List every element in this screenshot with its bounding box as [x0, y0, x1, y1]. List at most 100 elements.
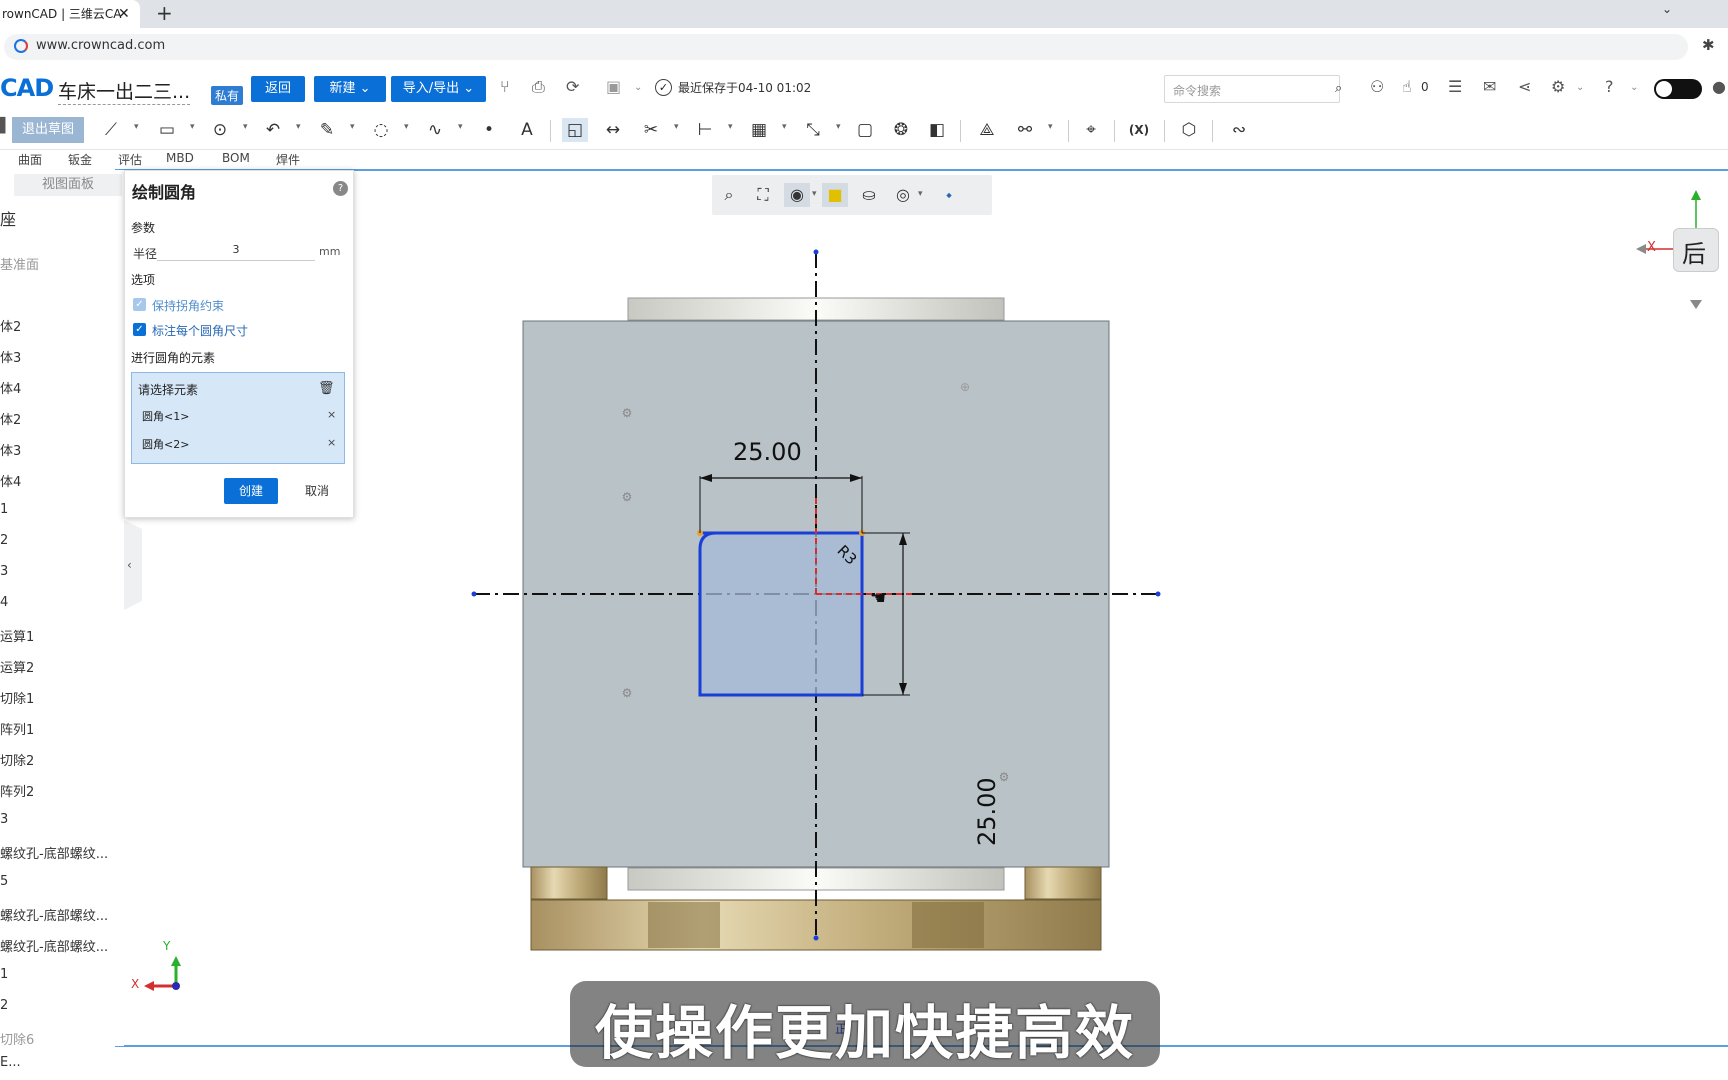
- tab-weldment[interactable]: 焊件: [276, 151, 300, 168]
- tree-item[interactable]: 基准面: [0, 254, 39, 273]
- offset-icon[interactable]: ▢: [852, 118, 878, 142]
- extend-icon[interactable]: ⊢: [692, 118, 718, 142]
- trim-icon[interactable]: ✂: [638, 118, 664, 142]
- camera-icon[interactable]: ◎: [890, 183, 916, 207]
- pattern-icon[interactable]: ▦: [746, 118, 772, 142]
- help-icon[interactable]: ?: [333, 181, 348, 196]
- relation-icon[interactable]: ⚯: [1012, 118, 1038, 142]
- height-dimension[interactable]: 25.00: [973, 777, 1001, 846]
- tree-item[interactable]: 螺纹孔-底部螺纹...: [0, 905, 108, 924]
- 3d-sketch-icon[interactable]: ⬡: [1176, 118, 1202, 142]
- save-icon[interactable]: ▣: [606, 77, 621, 96]
- chevron-down-icon[interactable]: ⌄: [1630, 82, 1638, 93]
- view-panel-tab[interactable]: 视图面板: [14, 174, 122, 196]
- variables-icon[interactable]: (X): [1126, 118, 1152, 142]
- extensions-icon[interactable]: ✱: [1702, 36, 1715, 54]
- tree-item[interactable]: 螺纹孔-底部螺纹...: [0, 843, 108, 862]
- constraint-icon[interactable]: ⟁: [974, 118, 1000, 142]
- help-icon[interactable]: ?: [1605, 77, 1614, 96]
- keep-corner-checkbox[interactable]: ✓: [133, 298, 146, 311]
- tab-sheet-metal[interactable]: 钣金: [68, 151, 92, 168]
- text-tool-icon[interactable]: A: [514, 118, 540, 142]
- create-button[interactable]: 创建: [224, 478, 278, 504]
- new-button[interactable]: 新建 ⌄: [314, 76, 386, 102]
- remove-icon[interactable]: ×: [327, 408, 336, 421]
- spline-icon[interactable]: ∿: [422, 118, 448, 142]
- 3d-viewport[interactable]: ⚙ ⚙ ⚙ ⚙ ⊕ 25.00 25.00 R3 ☚ Y X X: [115, 170, 1728, 1046]
- transform-icon[interactable]: ⤡: [800, 118, 826, 142]
- zoom-icon[interactable]: ⌕: [716, 183, 742, 207]
- project-icon[interactable]: ◧: [924, 118, 950, 142]
- comment-icon[interactable]: ✉: [1483, 77, 1496, 96]
- tree-item[interactable]: 体3: [0, 440, 21, 459]
- branch-icon[interactable]: ⑂: [500, 77, 510, 96]
- list-icon[interactable]: ☰: [1448, 77, 1462, 96]
- repair-icon[interactable]: ⌖: [1078, 118, 1104, 142]
- point-icon[interactable]: •: [476, 118, 502, 142]
- rectangle-icon[interactable]: ▭: [154, 118, 180, 142]
- collaborator-icon[interactable]: ⚇: [1370, 77, 1384, 96]
- tree-item[interactable]: 体2: [0, 409, 21, 428]
- tab-mbd[interactable]: MBD: [166, 151, 194, 165]
- remove-icon[interactable]: ×: [327, 436, 336, 449]
- command-search-input[interactable]: 命令搜索: [1164, 75, 1340, 103]
- ellipse-icon[interactable]: ◌: [368, 118, 394, 142]
- selected-element[interactable]: 圆角<1>: [142, 408, 189, 424]
- exit-sketch-button[interactable]: 退出草图: [12, 117, 84, 143]
- tab-bom[interactable]: BOM: [222, 151, 250, 165]
- dim-each-checkbox[interactable]: ✓: [133, 323, 146, 336]
- plane-icon[interactable]: ⬩: [936, 183, 962, 207]
- eye-icon[interactable]: ◉: [784, 183, 810, 207]
- selection-box[interactable]: 请选择元素 🗑 圆角<1> × 圆角<2> ×: [131, 372, 345, 464]
- fit-view-icon[interactable]: ⛶: [750, 183, 776, 207]
- tree-item[interactable]: 4: [0, 595, 8, 610]
- search-icon[interactable]: ⌕: [1335, 81, 1342, 96]
- tree-item[interactable]: 1: [0, 967, 8, 982]
- tree-item[interactable]: 体4: [0, 378, 21, 397]
- chevron-down-icon[interactable]: ⌄: [634, 82, 642, 93]
- view-cube[interactable]: 后: [1673, 228, 1719, 272]
- refresh-icon[interactable]: ⟳: [566, 77, 579, 96]
- shaded-cube-icon[interactable]: ■: [822, 183, 848, 207]
- dimension-icon[interactable]: ↔: [600, 118, 626, 142]
- tree-item[interactable]: 切除6: [0, 1029, 34, 1048]
- trash-icon[interactable]: 🗑: [318, 381, 335, 396]
- tree-item[interactable]: 运算1: [0, 626, 34, 645]
- back-button[interactable]: 返回: [251, 76, 305, 102]
- tree-item[interactable]: 切除1: [0, 688, 34, 707]
- browser-tab[interactable]: rownCAD | 三维云CA ✕: [0, 0, 140, 28]
- chevron-down-icon[interactable]: ⌄: [1662, 2, 1672, 16]
- convert-icon[interactable]: ❂: [888, 118, 914, 142]
- chevron-down-icon[interactable]: ⌄: [1576, 82, 1584, 93]
- section-view-icon[interactable]: ⛀: [856, 183, 882, 207]
- tree-item[interactable]: 5: [0, 874, 8, 889]
- fillet-tool-icon[interactable]: ◱: [562, 118, 588, 142]
- tree-item[interactable]: 体2: [0, 316, 21, 335]
- radius-input[interactable]: 3: [157, 243, 315, 261]
- selected-element[interactable]: 圆角<2>: [142, 436, 189, 452]
- tree-item[interactable]: 运算2: [0, 657, 34, 676]
- polyline-icon[interactable]: ⟋: [98, 118, 124, 142]
- thumbs-up-icon[interactable]: ☝: [1402, 77, 1412, 96]
- arc-icon[interactable]: ↶: [260, 118, 286, 142]
- pencil-icon[interactable]: ✎: [314, 118, 340, 142]
- tree-item[interactable]: 切除2: [0, 750, 34, 769]
- tree-item[interactable]: 3: [0, 812, 8, 827]
- tree-item[interactable]: 2: [0, 533, 8, 548]
- tree-item[interactable]: 螺纹孔-底部螺纹...: [0, 936, 108, 955]
- import-export-button[interactable]: 导入/导出 ⌄: [391, 76, 486, 102]
- tree-item[interactable]: 1: [0, 502, 8, 517]
- tree-item[interactable]: 体3: [0, 347, 21, 366]
- tree-item[interactable]: 阵列2: [0, 781, 34, 800]
- document-title[interactable]: 车床一出二三...: [58, 77, 191, 105]
- user-icon[interactable]: ●: [1712, 77, 1726, 96]
- tree-item[interactable]: 2: [0, 998, 8, 1013]
- gear-icon[interactable]: ⚙: [1551, 77, 1565, 96]
- circle-icon[interactable]: ⊙: [207, 118, 233, 142]
- tree-item[interactable]: 体4: [0, 471, 21, 490]
- curve-icon[interactable]: ∾: [1226, 118, 1252, 142]
- tree-item[interactable]: 3: [0, 564, 8, 579]
- tab-evaluate[interactable]: 评估: [118, 151, 142, 168]
- tree-item[interactable]: 阵列1: [0, 719, 34, 738]
- collapse-panel-button[interactable]: ‹: [124, 520, 142, 610]
